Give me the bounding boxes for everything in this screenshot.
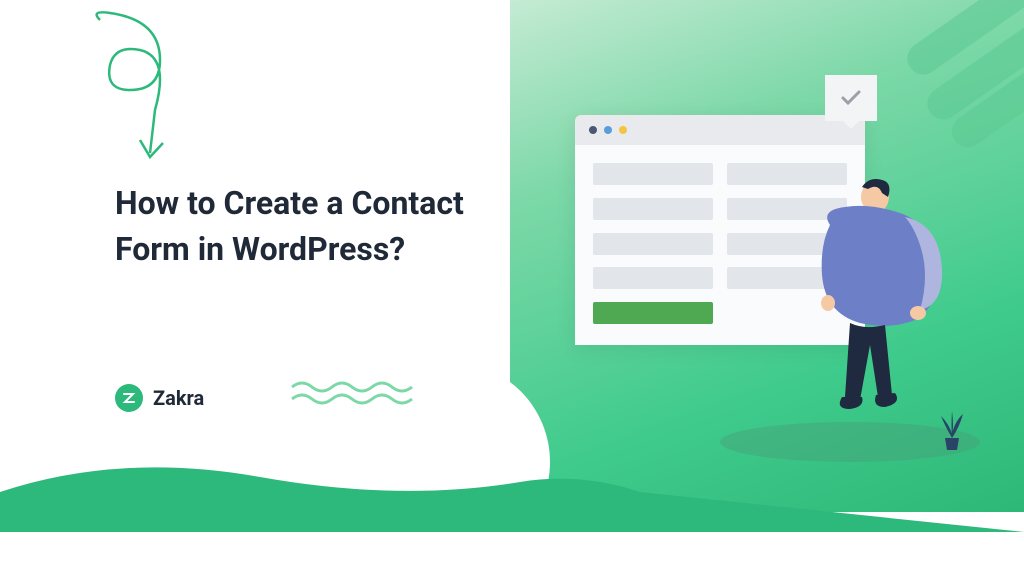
hero-graphic: How to Create a Contact Form in WordPres… bbox=[0, 0, 1024, 512]
logo-mark-icon bbox=[115, 384, 143, 412]
form-field-placeholder bbox=[593, 163, 713, 185]
check-icon bbox=[840, 89, 862, 107]
window-dot-icon bbox=[619, 126, 627, 134]
checkmark-callout bbox=[825, 75, 877, 121]
brand-name: Zakra bbox=[153, 386, 204, 410]
brand-logo: Zakra bbox=[115, 384, 204, 412]
person-illustration bbox=[790, 175, 950, 455]
browser-titlebar bbox=[575, 115, 865, 145]
form-submit-placeholder bbox=[593, 302, 713, 324]
wavy-lines-icon bbox=[290, 379, 420, 407]
window-dot-icon bbox=[589, 126, 597, 134]
form-field-placeholder bbox=[593, 233, 713, 255]
window-dot-icon bbox=[604, 126, 612, 134]
form-field-placeholder bbox=[593, 267, 713, 289]
form-field-placeholder bbox=[593, 198, 713, 220]
page-title: How to Create a Contact Form in WordPres… bbox=[115, 180, 495, 273]
curly-arrow-icon bbox=[85, 5, 195, 170]
